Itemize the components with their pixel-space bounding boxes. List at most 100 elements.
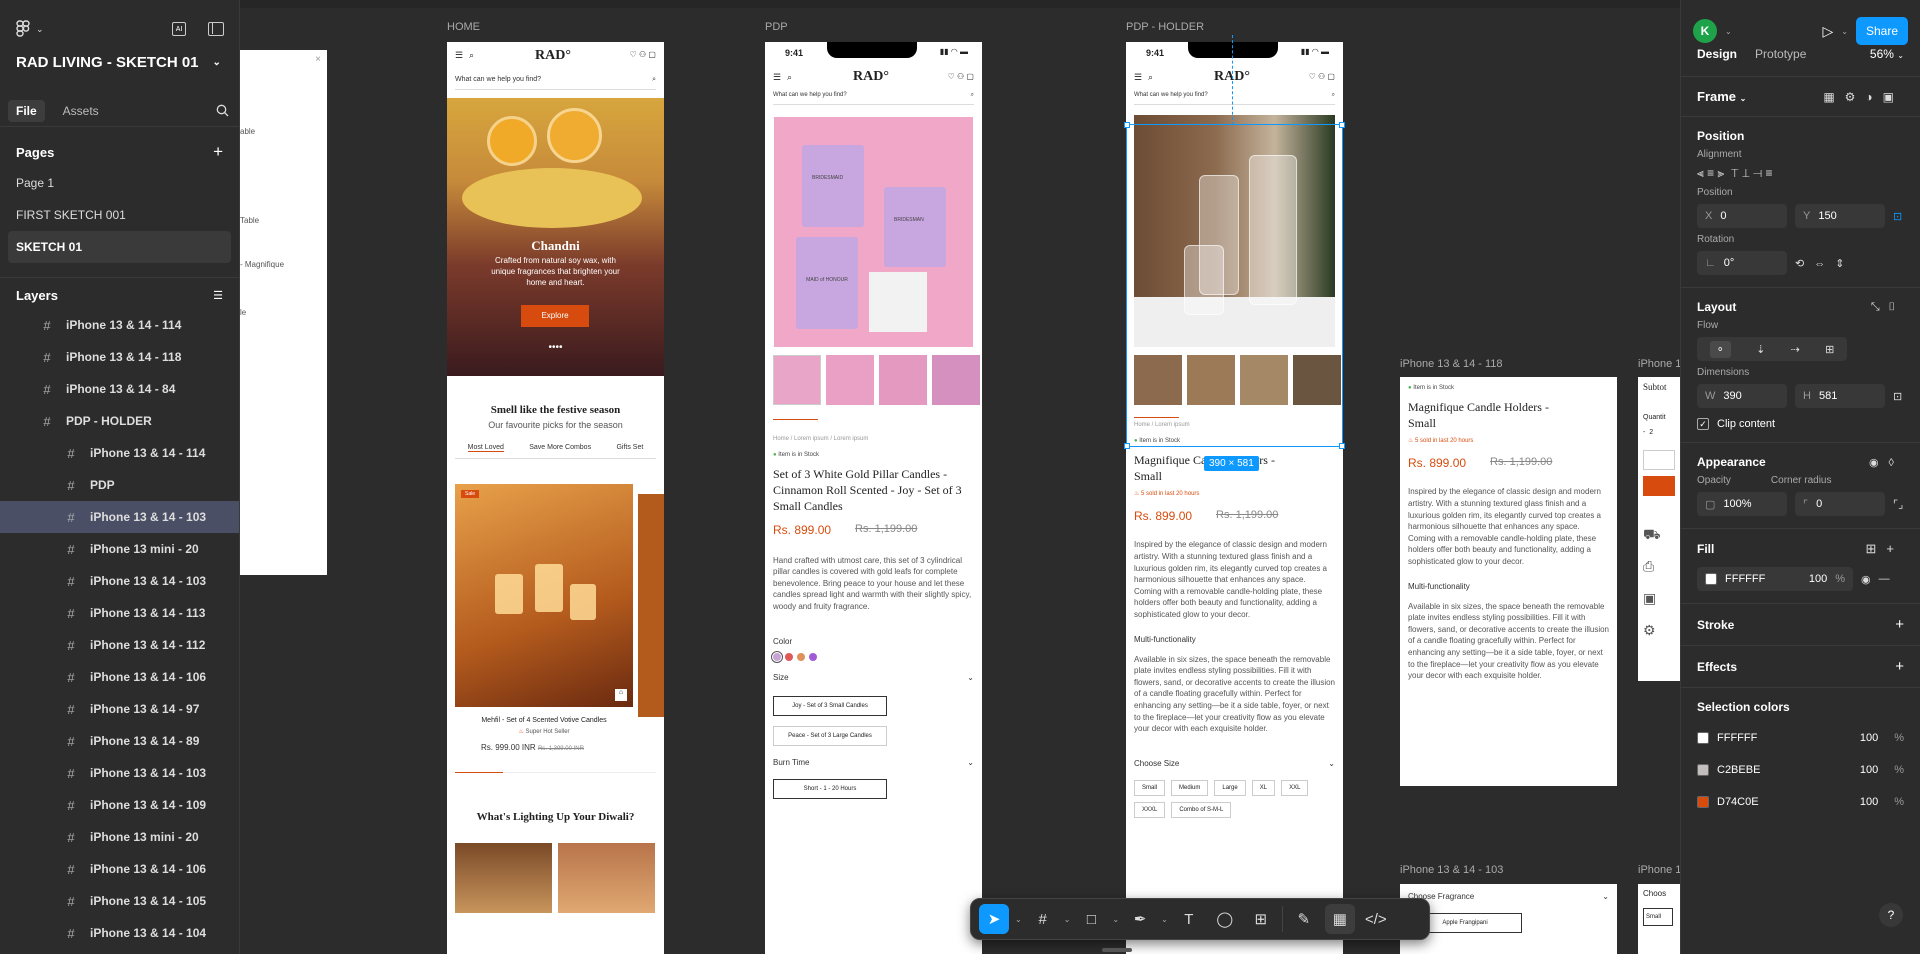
search-icon[interactable]: ⌕ xyxy=(469,50,474,61)
search-icon[interactable]: ⌕ xyxy=(787,72,792,83)
page-item-selected[interactable]: SKETCH 01 xyxy=(8,231,231,263)
alignment-icons[interactable]: ⫷ ≡ ⫸ ⊤ ⊥ ⊣ ≡ xyxy=(1697,166,1904,181)
color-opacity[interactable]: 100 xyxy=(1860,796,1878,808)
design-mode-icon[interactable]: ▦ xyxy=(1324,904,1355,934)
selection-color-row[interactable]: FFFFFF 100% xyxy=(1697,722,1904,754)
draw-mode-icon[interactable]: ✎ xyxy=(1289,904,1319,934)
flow-options[interactable]: ⚬ ⇣ ⇢ ⊞ xyxy=(1697,337,1847,361)
add-stroke-icon[interactable]: + xyxy=(1895,616,1904,633)
burn-option[interactable]: Short - 1 - 20 Hours xyxy=(773,778,887,799)
search-bar[interactable]: What can we help you find? ⌕ xyxy=(773,92,974,105)
frame-label-holder[interactable]: PDP - HOLDER xyxy=(1126,21,1204,33)
size-option[interactable]: Small xyxy=(1643,908,1673,926)
layer-item[interactable]: # iPhone 13 mini - 20 xyxy=(0,533,239,565)
dev-mode-icon[interactable]: </> xyxy=(1361,904,1391,934)
layer-item[interactable]: # iPhone 13 & 14 - 118 xyxy=(0,341,239,373)
zoom-control[interactable]: 56% ⌄ xyxy=(1870,47,1904,61)
layer-item[interactable]: # iPhone 13 & 14 - 103 xyxy=(0,757,239,789)
remove-icon[interactable]: — xyxy=(1879,573,1890,585)
search-bar[interactable]: What can we help you find? ⌕ xyxy=(1134,92,1335,105)
rotation-field[interactable]: ∟ 0° xyxy=(1697,251,1787,275)
sidebar-toggle-icon[interactable] xyxy=(208,22,224,36)
diwali-card[interactable] xyxy=(558,843,655,913)
collapse-layers-icon[interactable]: ☰ xyxy=(213,289,223,302)
tab-design[interactable]: Design xyxy=(1697,47,1737,61)
color-swatch[interactable] xyxy=(1697,732,1709,744)
constraints-icon[interactable]: ⊡ xyxy=(1893,210,1902,223)
comment-tool-icon[interactable]: ◯ xyxy=(1210,904,1240,934)
share-button[interactable]: Share xyxy=(1855,17,1908,45)
layer-item[interactable]: # iPhone 13 & 14 - 106 xyxy=(0,853,239,885)
size-option[interactable]: Joy - Set of 3 Small Candles xyxy=(773,695,887,716)
selection-color-row[interactable]: D74C0E 100% xyxy=(1697,786,1904,818)
resize-icon[interactable]: ⊡ xyxy=(1893,390,1902,403)
frame-label-home[interactable]: HOME xyxy=(447,21,480,33)
width-field[interactable]: W 390 xyxy=(1697,384,1787,408)
color-hex[interactable]: FFFFFF xyxy=(1717,732,1797,744)
flip-icons[interactable]: ⟲⇔⇕ xyxy=(1795,257,1854,270)
explore-button[interactable]: Explore xyxy=(521,305,589,327)
frame-partial-cart[interactable]: Subtot Quantit - 2 ⛟ ⎙ ▣ ⚙ xyxy=(1638,377,1680,681)
tab-gifts[interactable]: Gifts Set xyxy=(616,444,643,452)
color-swatch[interactable] xyxy=(809,652,817,661)
thumbnail[interactable] xyxy=(879,355,927,405)
menu-icon[interactable]: ☰ xyxy=(773,72,781,83)
tab-combos[interactable]: Save More Combos xyxy=(529,444,591,452)
color-hex[interactable]: C2BEBE xyxy=(1717,764,1797,776)
chevron-down-icon[interactable]: ⌄ xyxy=(1725,27,1732,36)
size-option[interactable]: Small xyxy=(1134,779,1166,796)
frame-103[interactable]: Choose Fragrance ⌄ Apple Frangipani xyxy=(1400,884,1617,954)
tab-assets[interactable]: Assets xyxy=(55,100,107,122)
frame-label-103[interactable]: iPhone 13 & 14 - 103 xyxy=(1400,864,1503,876)
size-header[interactable]: Size ⌄ xyxy=(773,673,974,682)
size-option[interactable]: Combo of S-M-L xyxy=(1171,801,1232,818)
frame-type[interactable]: Frame ⌄ xyxy=(1697,89,1746,104)
burn-header[interactable]: Burn Time ⌄ xyxy=(773,758,974,767)
clip-content[interactable]: ✓ Clip content xyxy=(1697,418,1904,430)
color-opacity[interactable]: 100 xyxy=(1860,732,1878,744)
frame-tool-icon[interactable]: # xyxy=(1028,904,1058,934)
present-icon[interactable]: ▷ xyxy=(1822,23,1833,40)
layer-item[interactable]: # PDP - HOLDER xyxy=(0,405,239,437)
color-swatch[interactable] xyxy=(1697,764,1709,776)
avatar[interactable]: K xyxy=(1693,19,1717,43)
actions-tool-icon[interactable]: ⊞ xyxy=(1246,904,1276,934)
layer-item[interactable]: # iPhone 13 & 14 - 106 xyxy=(0,661,239,693)
frame-tool-icons[interactable]: ▦⚙◑▣ xyxy=(1823,90,1904,104)
corner-icon[interactable]: ⌜⌟ xyxy=(1893,498,1903,511)
layer-item[interactable]: # iPhone 13 & 14 - 104 xyxy=(0,917,239,949)
size-option[interactable]: XXL xyxy=(1281,779,1309,796)
check-icon[interactable]: ✓ xyxy=(1697,418,1709,430)
size-option[interactable]: XL xyxy=(1251,779,1276,796)
frame-label-118[interactable]: iPhone 13 & 14 - 118 xyxy=(1400,358,1503,370)
layout-icons[interactable]: ⤡▯ xyxy=(1871,301,1904,314)
search-icon[interactable] xyxy=(213,102,231,120)
size-option[interactable]: XXXL xyxy=(1134,801,1166,818)
menu-icon[interactable]: ☰ xyxy=(455,50,463,61)
selection-color-row[interactable]: C2BEBE 100% xyxy=(1697,754,1904,786)
menu-icon[interactable]: ☰ xyxy=(1134,72,1142,83)
cart-field[interactable] xyxy=(1643,450,1675,470)
frame-partial-choose[interactable]: Choos Small xyxy=(1638,884,1680,954)
color-swatch[interactable] xyxy=(797,652,805,661)
selection-box[interactable] xyxy=(1124,35,1345,449)
tab-most-loved[interactable]: Most Loved xyxy=(467,444,504,452)
frame-pdp[interactable]: 9:41 ▮▮ ◠ ▬ ☰ ⌕ RAD° ♡ ⚇ ▢ What can we h… xyxy=(765,42,982,954)
size-option[interactable]: Large xyxy=(1214,779,1246,796)
fragrance-header[interactable]: Choose Fragrance ⌄ xyxy=(1408,892,1609,901)
lock-icon[interactable]: ⌂ xyxy=(615,689,627,701)
product-main-image[interactable]: BRIDESMAID BRIDESMAN MAID of HONOUR xyxy=(774,117,973,347)
chevron-down-icon[interactable]: ⌄ xyxy=(1841,27,1848,36)
layer-item[interactable]: # iPhone 13 & 14 - 97 xyxy=(0,693,239,725)
thumbnail[interactable] xyxy=(826,355,874,405)
frame-label-partial[interactable]: iPhone 1 xyxy=(1638,864,1680,876)
color-opacity[interactable]: 100 xyxy=(1860,764,1878,776)
fill-icons[interactable]: ⊞+ xyxy=(1866,541,1904,557)
layer-item[interactable]: # PDP xyxy=(0,469,239,501)
layer-item[interactable]: # iPhone 13 & 14 - 109 xyxy=(0,789,239,821)
layer-item[interactable]: # iPhone 13 & 14 - 105 xyxy=(0,885,239,917)
layer-item[interactable]: # iPhone 13 & 14 - 114 xyxy=(0,309,239,341)
thumbnail[interactable] xyxy=(773,355,821,405)
frame-label-pdp[interactable]: PDP xyxy=(765,21,788,33)
canvas[interactable]: × able Table - Magnifique le HOME ☰ ⌕ RA… xyxy=(240,0,1680,954)
